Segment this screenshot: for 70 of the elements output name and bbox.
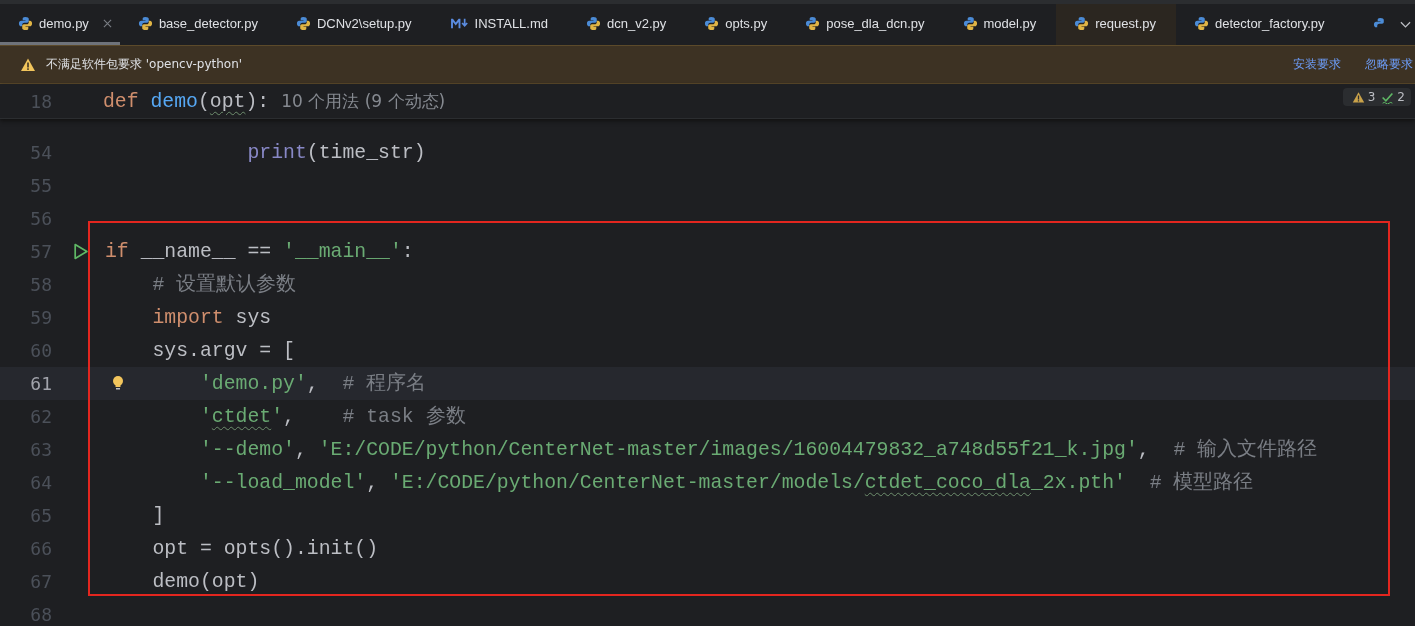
- code-text: opt = opts().init(): [152, 537, 379, 560]
- editor-tab[interactable]: DCNv2\setup.py: [277, 4, 432, 45]
- code-text: __name__ ==: [140, 240, 273, 263]
- code-text: ,: [283, 405, 296, 428]
- banner-link[interactable]: 安装要求: [1293, 56, 1341, 73]
- chevron-down-icon[interactable]: [1400, 20, 1411, 29]
- editor-tab[interactable]: opts.py: [686, 4, 788, 45]
- code-comment: # 输入文件路径: [1173, 438, 1318, 461]
- warning-icon: [20, 56, 36, 73]
- lightbulb-icon[interactable]: [112, 374, 124, 391]
- python-icon: [805, 15, 821, 31]
- python-icon: [704, 15, 720, 31]
- code-text: ]: [152, 504, 165, 527]
- code-string: 'E:/CODE/python/CenterNet-master/models/: [389, 471, 865, 494]
- code-text: (time_str): [306, 141, 426, 164]
- warning-count: 3: [1367, 90, 1376, 104]
- editor-tab[interactable]: base_detector.py: [119, 4, 278, 45]
- python-icon: [137, 15, 153, 31]
- code-text: ,: [294, 438, 308, 461]
- code-string: ctdet_coco_dla: [864, 471, 1031, 494]
- python-icon: [586, 15, 601, 31]
- code-comment: # task 参数: [342, 405, 466, 428]
- code-keyword: def: [103, 90, 140, 113]
- code-text: sys: [235, 306, 272, 329]
- code-string: _2x.pth': [1030, 471, 1126, 494]
- python-icon: [1193, 15, 1209, 31]
- warning-icon: [1351, 90, 1365, 104]
- run-icon[interactable]: [72, 243, 89, 260]
- banner-link[interactable]: 忽略要求: [1365, 56, 1413, 73]
- code-text: opt: [209, 90, 246, 113]
- editor-tab[interactable]: request.py: [1056, 4, 1176, 45]
- code-string: '__main__': [283, 240, 402, 263]
- check-icon: [1381, 90, 1395, 104]
- code-text: :: [401, 240, 414, 263]
- warning-message: 不满足软件包要求 'opencv-python': [46, 56, 243, 73]
- code-comment: # 模型路径: [1149, 471, 1254, 494]
- code-builtin: print: [247, 141, 307, 164]
- code-string: '--demo': [199, 438, 295, 461]
- code-comment: # 程序名: [342, 372, 427, 395]
- python-icon: [18, 15, 33, 31]
- code-text: ,: [366, 471, 380, 494]
- editor-tab[interactable]: detector_factory.py: [1175, 4, 1345, 45]
- code-string: '--load_model': [199, 471, 367, 494]
- python-icon: [295, 15, 311, 31]
- code-string: 'demo.py': [199, 372, 307, 395]
- code-function: demo: [150, 90, 198, 113]
- usage-hint: 10 个用法 (9 个动态): [281, 90, 446, 111]
- code-string: ': [199, 405, 212, 428]
- code-keyword: import: [152, 306, 225, 329]
- typo-count: 2: [1397, 90, 1405, 104]
- close-icon[interactable]: [102, 18, 112, 28]
- code-text: ):: [245, 90, 270, 113]
- code-string: ctdet: [211, 405, 272, 428]
- python-icon: [962, 15, 978, 31]
- code-string: 'E:/CODE/python/CenterNet-master/images/16004479832_a748d55f21_k.jpg': [318, 438, 1138, 461]
- code-keyword: if: [105, 240, 130, 263]
- code-text: demo(opt): [152, 570, 260, 593]
- code-text: sys.argv = [: [152, 339, 295, 362]
- code-string: ': [271, 405, 284, 428]
- editor-tab[interactable]: pose_dla_dcn.py: [787, 4, 945, 45]
- editor-tab[interactable]: dcn_v2.py: [568, 4, 687, 45]
- python-icon: [1074, 15, 1090, 31]
- code-comment: # 设置默认参数: [152, 273, 297, 296]
- inspection-widget[interactable]: 3 2: [1342, 88, 1411, 106]
- code-text: ,: [306, 372, 320, 395]
- editor-tab[interactable]: model.py: [944, 4, 1057, 45]
- code-text: ,: [1137, 438, 1151, 461]
- code-text: (: [197, 90, 210, 113]
- editor-tab[interactable]: INSTALL.md: [431, 4, 568, 45]
- line-number: 61: [29, 373, 52, 394]
